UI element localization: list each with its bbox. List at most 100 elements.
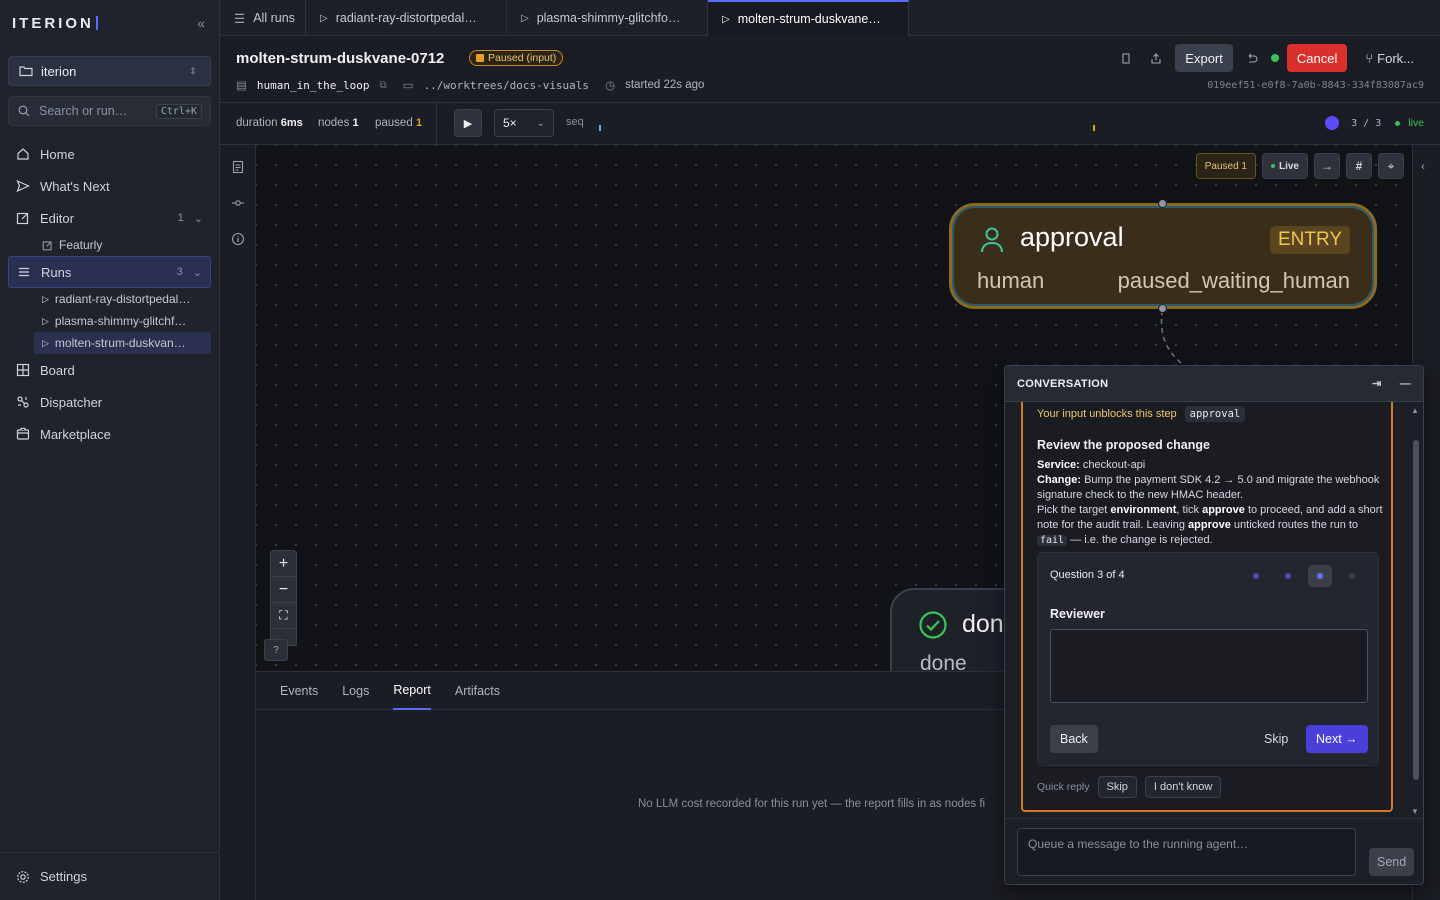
run-id: 019eef51-e0f8-7a0b-8843-334f83087ac9 <box>1207 80 1424 91</box>
unblock-banner: Your input unblocks this step approval <box>1037 406 1246 422</box>
grid-icon <box>16 363 30 377</box>
node-kind: human <box>977 268 1045 293</box>
delete-icon[interactable] <box>1115 47 1137 69</box>
play-icon: ▷ <box>722 13 730 25</box>
quick-reply-dont-know[interactable]: I don't know <box>1144 776 1222 798</box>
share-icon[interactable] <box>1145 47 1167 69</box>
duration-label: duration <box>236 117 278 129</box>
step-dot[interactable] <box>1340 565 1364 587</box>
chevron-updown-icon: ⇕ <box>189 65 197 76</box>
cursor-dot[interactable] <box>1325 116 1340 130</box>
run-item[interactable]: ▷ radiant-ray-distortpedal… <box>0 288 219 310</box>
nav-item-dispatcher[interactable]: Dispatcher <box>0 386 219 418</box>
instructions-text: , tick <box>1176 504 1200 516</box>
run-header: molten-strum-duskvane-0712 Paused (input… <box>220 36 1440 103</box>
message-input[interactable] <box>1017 828 1356 876</box>
tab-events[interactable]: Events <box>280 672 318 710</box>
workflow-name[interactable]: human_in_the_loop <box>257 79 370 92</box>
paused-value: 1 <box>415 117 423 129</box>
timeline-tick <box>599 125 601 131</box>
step-chip: approval <box>1184 406 1246 422</box>
node-port-top[interactable] <box>1158 199 1167 208</box>
list-icon: ☰ <box>234 11 246 26</box>
editor-item-featurly[interactable]: Featurly <box>0 234 219 256</box>
next-button[interactable]: Next → <box>1306 725 1368 753</box>
commit-icon[interactable] <box>231 196 245 213</box>
tab-label: molten-strum-duskvane… <box>737 12 881 26</box>
nodes-label: nodes <box>318 117 350 129</box>
run-item[interactable]: ▷ plasma-shimmy-glitchf… <box>0 310 219 332</box>
live-toggle[interactable]: Live <box>1261 153 1308 179</box>
nav-item-runs[interactable]: Runs 3 ⌄ <box>8 256 211 288</box>
tab-all-runs[interactable]: ☰ All runs <box>220 0 306 36</box>
reviewer-input[interactable] <box>1050 629 1368 703</box>
cancel-button[interactable]: Cancel <box>1286 44 1348 72</box>
search-icon <box>17 104 31 118</box>
node-approval[interactable]: approval ENTRY human paused_waiting_huma… <box>949 203 1377 309</box>
help-button[interactable]: ? <box>264 639 288 661</box>
arrow-right-icon[interactable]: → <box>1314 153 1340 179</box>
nav-label: Board <box>40 362 75 378</box>
zoom-in-button[interactable]: + <box>271 551 296 577</box>
export-button[interactable]: Export <box>1175 44 1233 72</box>
run-item-label: plasma-shimmy-glitchf… <box>54 314 187 328</box>
play-button[interactable]: ▶ <box>454 109 482 137</box>
grid-toggle-icon[interactable]: # <box>1346 153 1372 179</box>
search-shortcut: Ctrl+K <box>155 103 202 119</box>
tab-run-active[interactable]: ▷ molten-strum-duskvane… <box>708 0 909 36</box>
conversation-scrollbar[interactable]: ▲ ▼ <box>1411 406 1421 816</box>
search-input[interactable]: Search or run… Ctrl+K <box>8 96 211 126</box>
service-value: checkout-api <box>1082 459 1146 471</box>
send-button[interactable]: Send <box>1369 848 1415 876</box>
header-actions: Export Cancel ⑂ Fork... <box>1115 44 1424 72</box>
speed-select[interactable]: 5× ⌄ <box>494 109 554 137</box>
skip-button[interactable]: Skip <box>1254 725 1298 753</box>
paused-label: paused <box>375 117 413 129</box>
info-icon[interactable] <box>231 232 245 249</box>
nav-item-whats-next[interactable]: What's Next <box>0 170 219 202</box>
quick-reply-skip[interactable]: Skip <box>1097 776 1137 798</box>
fork-icon: ⑂ <box>1365 50 1374 66</box>
approve-word: approve <box>1188 519 1231 531</box>
settings-button[interactable]: Settings <box>0 852 219 900</box>
scroll-thumb[interactable] <box>1413 440 1419 780</box>
dock-right-icon[interactable]: ⇥ <box>1372 377 1382 390</box>
duration-value: 6ms <box>280 117 303 129</box>
tab-logs[interactable]: Logs <box>342 672 369 710</box>
minimize-icon[interactable]: — <box>1400 378 1411 390</box>
undo-icon[interactable] <box>1241 47 1263 69</box>
external-link-icon[interactable]: ⧉ <box>379 80 386 91</box>
app-logo-text: ITERION <box>12 14 94 32</box>
node-port-bottom[interactable] <box>1158 304 1167 313</box>
fork-button[interactable]: ⑂ Fork... <box>1355 44 1424 72</box>
collapse-sidebar-button[interactable]: « <box>197 15 205 31</box>
review-title: Review the proposed change <box>1037 438 1210 452</box>
tab-artifacts[interactable]: Artifacts <box>455 672 500 710</box>
settings-label: Settings <box>40 869 87 884</box>
scroll-up-icon[interactable]: ▲ <box>1411 406 1419 415</box>
back-button[interactable]: Back <box>1050 725 1098 753</box>
run-item-selected[interactable]: ▷ molten-strum-duskvan… <box>34 332 211 354</box>
paused-filter-chip[interactable]: Paused 1 <box>1195 153 1256 179</box>
tab-run[interactable]: ▷ plasma-shimmy-glitchfo… <box>507 0 708 36</box>
chevron-down-icon: ⌄ <box>192 266 202 279</box>
scroll-down-icon[interactable]: ▼ <box>1411 807 1419 816</box>
workspace-selector[interactable]: iterion ⇕ <box>8 56 211 86</box>
chevron-left-icon[interactable]: ‹ <box>1421 159 1425 173</box>
question-card: Question 3 of 4 Reviewer Back Skip Next … <box>1037 552 1379 766</box>
tab-run[interactable]: ▷ radiant-ray-distortpedal… <box>306 0 507 36</box>
tab-report[interactable]: Report <box>393 672 431 710</box>
zoom-out-button[interactable]: − <box>271 577 296 603</box>
nav-item-marketplace[interactable]: Marketplace <box>0 418 219 450</box>
nav-item-editor[interactable]: Editor 1 ⌄ <box>0 202 219 234</box>
play-icon: ▷ <box>42 293 49 304</box>
step-dot[interactable] <box>1276 565 1300 587</box>
fit-view-button[interactable]: ⛶ <box>271 603 296 629</box>
crosshair-icon[interactable]: ⌖ <box>1378 153 1404 179</box>
document-icon[interactable] <box>231 160 245 177</box>
nav-item-board[interactable]: Board <box>0 354 219 386</box>
step-dot[interactable] <box>1244 565 1268 587</box>
step-dot-current[interactable] <box>1308 565 1332 587</box>
run-meta: ▤ human_in_the_loop ⧉ ▭ ../worktrees/doc… <box>236 78 704 93</box>
nav-item-home[interactable]: Home <box>0 138 219 170</box>
